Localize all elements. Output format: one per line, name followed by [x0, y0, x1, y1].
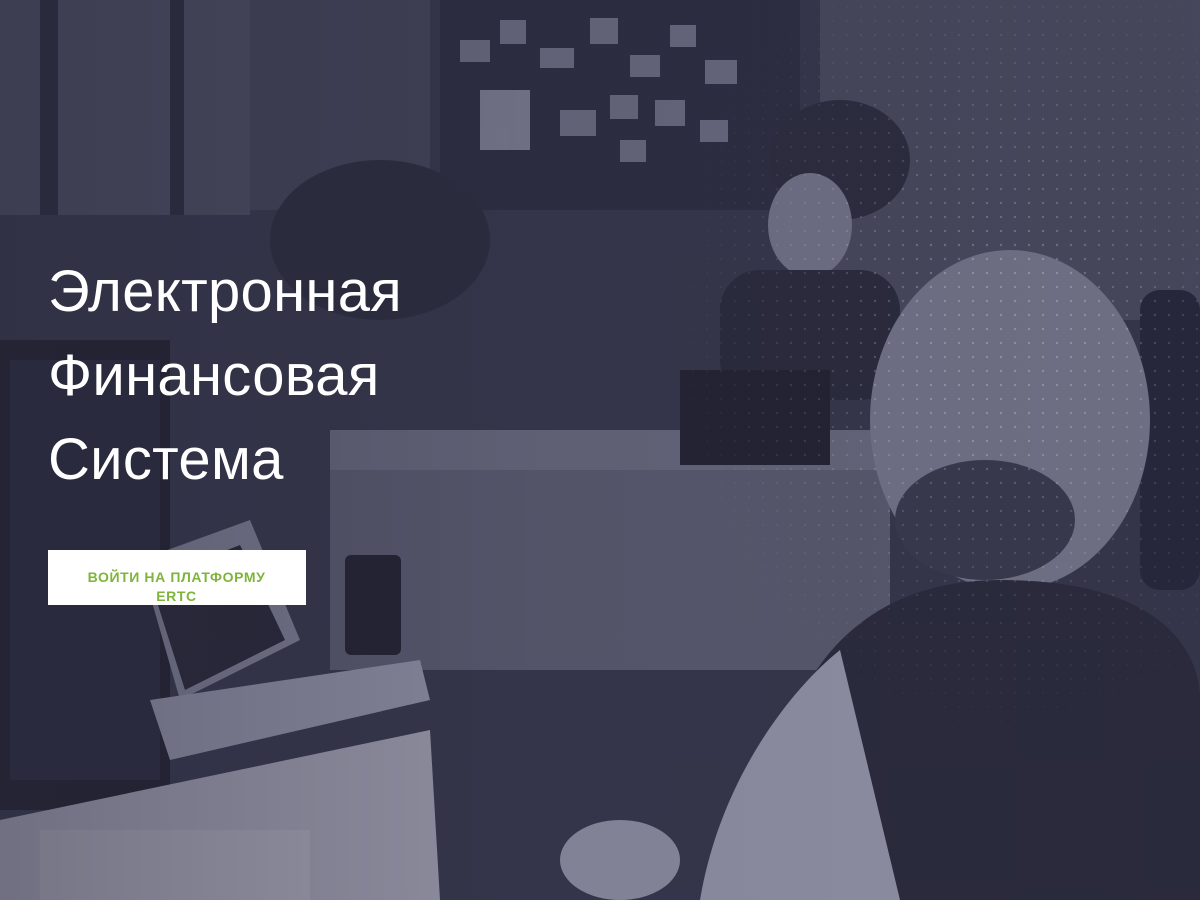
hero-title: Электронная Финансовая Система	[48, 250, 608, 502]
hero-content: Электронная Финансовая Система ВОЙТИ НА …	[48, 250, 608, 606]
login-platform-button[interactable]: ВОЙТИ НА ПЛАТФОРМУ ERTC	[48, 550, 306, 605]
hero-section: Электронная Финансовая Система ВОЙТИ НА …	[0, 0, 1200, 900]
hero-title-line: Система	[48, 427, 284, 492]
hero-title-line: Финансовая	[48, 343, 380, 408]
hero-title-line: Электронная	[48, 259, 402, 324]
